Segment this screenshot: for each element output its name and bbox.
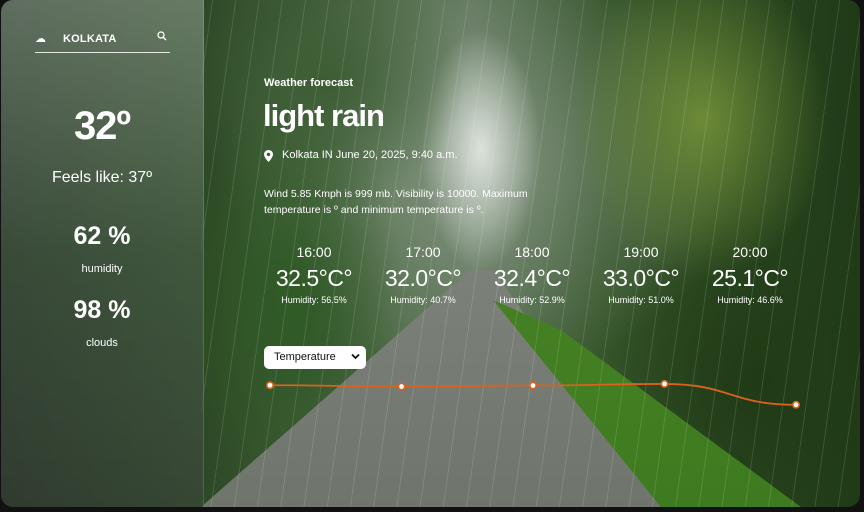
- forecast-hour: 18:00 32.4°C° Humidity: 52.9%: [477, 244, 587, 305]
- metric-select-value: Temperature: [274, 351, 336, 363]
- chart-point[interactable]: [265, 381, 275, 390]
- forecast-time: 20:00: [732, 244, 768, 260]
- chevron-down-icon: [351, 353, 360, 360]
- chart-point[interactable]: [397, 382, 406, 391]
- forecast-humidity: Humidity: 46.6%: [717, 295, 783, 305]
- main-panel: Weather forecast light rain Kolkata IN J…: [1, 0, 860, 507]
- chart-point[interactable]: [528, 381, 537, 390]
- chart-point[interactable]: [791, 400, 800, 409]
- forecast-humidity: Humidity: 51.0%: [608, 295, 674, 305]
- forecast-humidity: Humidity: 52.9%: [499, 295, 565, 305]
- forecast-hour: 17:00 32.0°C° Humidity: 40.7%: [368, 244, 478, 305]
- forecast-temp: 32.4°C°: [493, 265, 571, 291]
- location-text: Kolkata IN June 20, 2025, 9:40 a.m.: [282, 149, 458, 161]
- forecast-hour: 16:00 32.5°C° Humidity: 56.5%: [259, 244, 369, 305]
- forecast-time: 18:00: [514, 244, 550, 260]
- forecast-time: 17:00: [405, 244, 441, 260]
- forecast-humidity: Humidity: 40.7%: [390, 295, 456, 305]
- forecast-hour: 19:00 33.0°C° Humidity: 51.0%: [586, 244, 696, 305]
- forecast-line-chart: [265, 379, 800, 409]
- pin-icon: [264, 150, 273, 162]
- forecast-hour: 20:00 25.1°C° Humidity: 46.6%: [695, 244, 805, 305]
- forecast-time: 16:00: [296, 244, 332, 260]
- weather-condition: light rain: [263, 98, 385, 133]
- forecast-temp: 32.5°C°: [275, 265, 353, 291]
- forecast-temp: 32.0°C°: [384, 265, 462, 291]
- forecast-humidity: Humidity: 56.5%: [281, 295, 347, 305]
- metric-select[interactable]: Temperature: [264, 346, 366, 369]
- forecast-temp: 33.0°C°: [602, 265, 680, 291]
- chart-point[interactable]: [660, 379, 669, 388]
- app-window: ☁ 32º Feels like: 37º 62 % humidity 98 %…: [1, 0, 860, 507]
- forecast-temp: 25.1°C°: [711, 265, 789, 291]
- section-eyebrow: Weather forecast: [264, 77, 354, 89]
- forecast-time: 19:00: [623, 244, 659, 260]
- weather-description: Wind 5.85 Kmph is 999 mb. Visibility is …: [264, 188, 528, 216]
